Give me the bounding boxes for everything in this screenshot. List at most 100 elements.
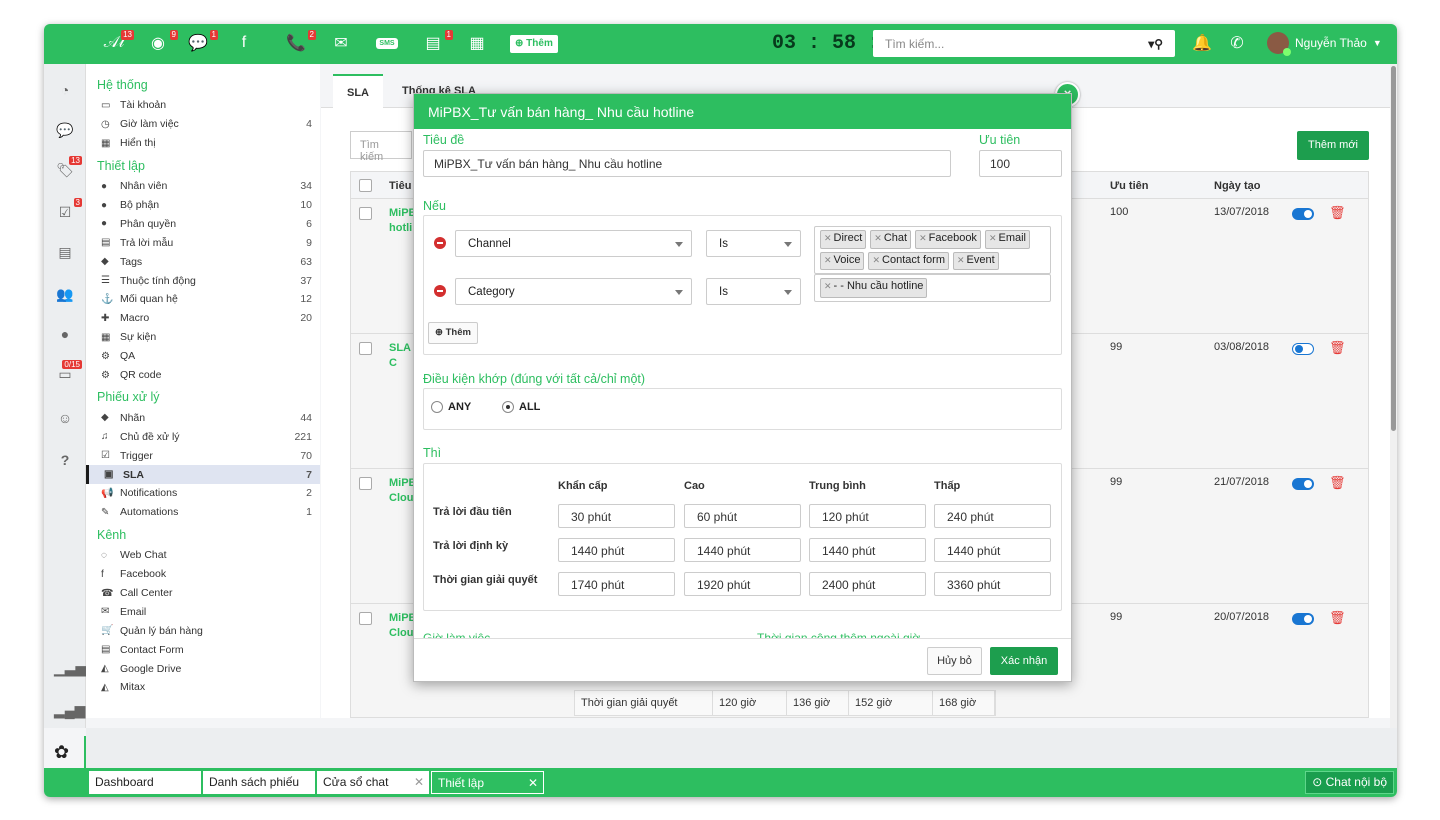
sidebar-item[interactable]: ▤ Trả lời mẫu 9 [86, 233, 320, 252]
bar-chart-icon[interactable]: ▂▄▆ [54, 702, 85, 722]
sidebar-item[interactable]: ● Phân quyền 6 [86, 214, 320, 233]
sidebar-item[interactable]: ▭ Tài khoản [86, 96, 320, 115]
trash-icon[interactable]: 🗑 [1329, 475, 1346, 491]
target-time-input[interactable]: 240 phút [934, 504, 1051, 528]
row-title[interactable]: MiPBX hotline [389, 206, 415, 236]
table-search-input[interactable]: Tìm kiếm [350, 131, 412, 163]
target-time-input[interactable]: 1740 phút [558, 572, 675, 596]
mail-icon[interactable]: ✉ [329, 32, 353, 54]
scrollbar[interactable] [1390, 64, 1397, 728]
chat-icon[interactable]: 💬 1 [186, 30, 218, 54]
sidebar-item[interactable]: ⚙ QA [86, 347, 320, 366]
sidebar-item[interactable]: ◆ Nhãn 44 [86, 408, 320, 427]
remove-tag-icon[interactable]: ✕ [872, 255, 880, 265]
row-title[interactable]: MiPBX Cloud [389, 476, 415, 506]
value-tag[interactable]: ✕ Direct [820, 230, 867, 249]
target-time-input[interactable]: 1920 phút [684, 572, 801, 596]
contact-card-icon[interactable]: ▤ [54, 244, 76, 264]
remove-tag-icon[interactable]: ✕ [824, 255, 832, 265]
target-time-input[interactable]: 1440 phút [809, 538, 926, 562]
close-tab-icon[interactable]: ✕ [528, 772, 538, 795]
trash-icon[interactable]: 🗑 [1329, 610, 1346, 626]
remove-tag-icon[interactable]: ✕ [957, 255, 965, 265]
phone-icon[interactable]: 📞 2 [284, 30, 316, 54]
taskbar-tab[interactable]: Thiết lập ✕ [431, 771, 544, 794]
users-icon[interactable]: 👥 [54, 286, 76, 306]
target-time-input[interactable]: 3360 phút [934, 572, 1051, 596]
enable-toggle[interactable] [1292, 208, 1314, 220]
sidebar-item[interactable]: ▤ Contact Form [86, 640, 320, 659]
remove-tag-icon[interactable]: ✕ [824, 233, 832, 243]
phone-status-icon[interactable]: ✆ [1225, 32, 1249, 54]
priority-input[interactable]: 100 [979, 150, 1062, 177]
sidebar-item[interactable]: ● Bộ phận 10 [86, 196, 320, 215]
sidebar-item[interactable]: ⚓ Mối quan hệ 12 [86, 290, 320, 309]
value-tag[interactable]: ✕ Facebook [915, 230, 981, 249]
target-time-input[interactable]: 60 phút [684, 504, 801, 528]
remove-condition-icon[interactable] [434, 285, 446, 297]
select-all-checkbox[interactable] [359, 179, 372, 192]
add-condition-button[interactable]: ⊕ Thêm [428, 322, 478, 344]
row-checkbox[interactable] [359, 612, 372, 625]
chrome-icon[interactable]: ◉ 9 [146, 30, 178, 54]
taskbar-tab[interactable]: Cửa sổ chat ✕ [317, 771, 429, 794]
condition-values[interactable]: ✕ Direct ✕ Chat ✕ Facebook ✕ Email ✕ Voice ✕ Contac… [814, 226, 1051, 274]
sidebar-item[interactable]: ▦ Sự kiện [86, 328, 320, 347]
sidebar-item[interactable]: ◷ Giờ làm việc 4 [86, 115, 320, 134]
settings-gear-icon[interactable]: ✿ [54, 742, 69, 763]
target-time-input[interactable]: 30 phút [558, 504, 675, 528]
row-checkbox[interactable] [359, 477, 372, 490]
help-icon[interactable]: ? [54, 452, 76, 472]
remove-tag-icon[interactable]: ✕ [919, 233, 927, 243]
chat-bubbles-icon[interactable]: 💬 [54, 122, 76, 142]
close-tab-icon[interactable]: ✕ [414, 771, 424, 794]
target-time-input[interactable]: 2400 phút [809, 572, 926, 596]
signal-icon[interactable]: ▁▃▅ [54, 660, 86, 680]
sidebar-item[interactable]: ▣ SLA 7 [86, 465, 320, 485]
taskbar-tab[interactable]: Dashboard [89, 771, 201, 794]
smile-icon[interactable]: ☺ [54, 410, 76, 430]
sidebar-item[interactable]: ▦ Hiển thị [86, 134, 320, 153]
sidebar-item[interactable]: f Facebook [86, 565, 320, 584]
calendar-check-icon[interactable]: ☑ 3 [54, 198, 82, 224]
radio-all[interactable] [502, 401, 514, 413]
sidebar-item[interactable]: ☑ Trigger 70 [86, 446, 320, 465]
target-time-input[interactable]: 120 phút [809, 504, 926, 528]
search-icon[interactable]: ▾⚲ [1148, 37, 1163, 51]
condition-values[interactable]: ✕ - - Nhu cầu hotline [814, 274, 1051, 302]
global-search-input[interactable]: Tìm kiếm... ▾⚲ [873, 30, 1175, 57]
ticket-icon[interactable]: ▤ 1 [421, 30, 453, 54]
dashboard-icon[interactable]: ◔ [54, 82, 76, 102]
confirm-button[interactable]: Xác nhận [990, 647, 1058, 675]
tab-sla[interactable]: SLA [333, 74, 383, 108]
taskbar-tab[interactable]: Danh sách phiếu [203, 771, 315, 794]
sidebar-item[interactable]: ⚙ QR code [86, 366, 320, 385]
value-tag[interactable]: ✕ Email [984, 230, 1030, 249]
monitor-icon[interactable]: ▭ 0/15 [54, 360, 82, 386]
trash-icon[interactable]: 🗑 [1329, 340, 1346, 356]
sidebar-item[interactable]: ◭ Google Drive [86, 659, 320, 678]
enable-toggle[interactable] [1292, 343, 1314, 355]
remove-condition-icon[interactable] [434, 237, 446, 249]
sidebar-item[interactable]: ● Nhân viên 34 [86, 177, 320, 196]
sidebar-item[interactable]: ◌ Web Chat [86, 546, 320, 565]
sidebar-item[interactable]: ♫ Chủ đề xử lý 221 [86, 427, 320, 446]
user-icon[interactable]: ● [54, 326, 76, 346]
sidebar-item[interactable]: ✚ Macro 20 [86, 309, 320, 328]
value-tag[interactable]: ✕ Event [952, 251, 999, 270]
enable-toggle[interactable] [1292, 613, 1314, 625]
sidebar-item[interactable]: 📢 Notifications 2 [86, 484, 320, 503]
calendar-icon[interactable]: ▦ [465, 32, 489, 54]
ai-icon[interactable]: 𝒜𝓁 13 [102, 30, 134, 54]
row-title[interactable]: MiPBX Cloud [389, 611, 415, 641]
value-tag[interactable]: ✕ - - Nhu cầu hotline [820, 278, 928, 298]
remove-tag-icon[interactable]: ✕ [874, 233, 882, 243]
add-new-button[interactable]: Thêm mới [1297, 131, 1369, 160]
cancel-button[interactable]: Hủy bỏ [927, 647, 982, 675]
radio-any[interactable] [431, 401, 443, 413]
value-tag[interactable]: ✕ Voice [820, 251, 865, 270]
value-tag[interactable]: ✕ Chat [870, 230, 912, 249]
target-time-input[interactable]: 1440 phút [934, 538, 1051, 562]
sidebar-item[interactable]: ☰ Thuộc tính động 37 [86, 271, 320, 290]
condition-field-select[interactable]: Channel [455, 230, 692, 257]
